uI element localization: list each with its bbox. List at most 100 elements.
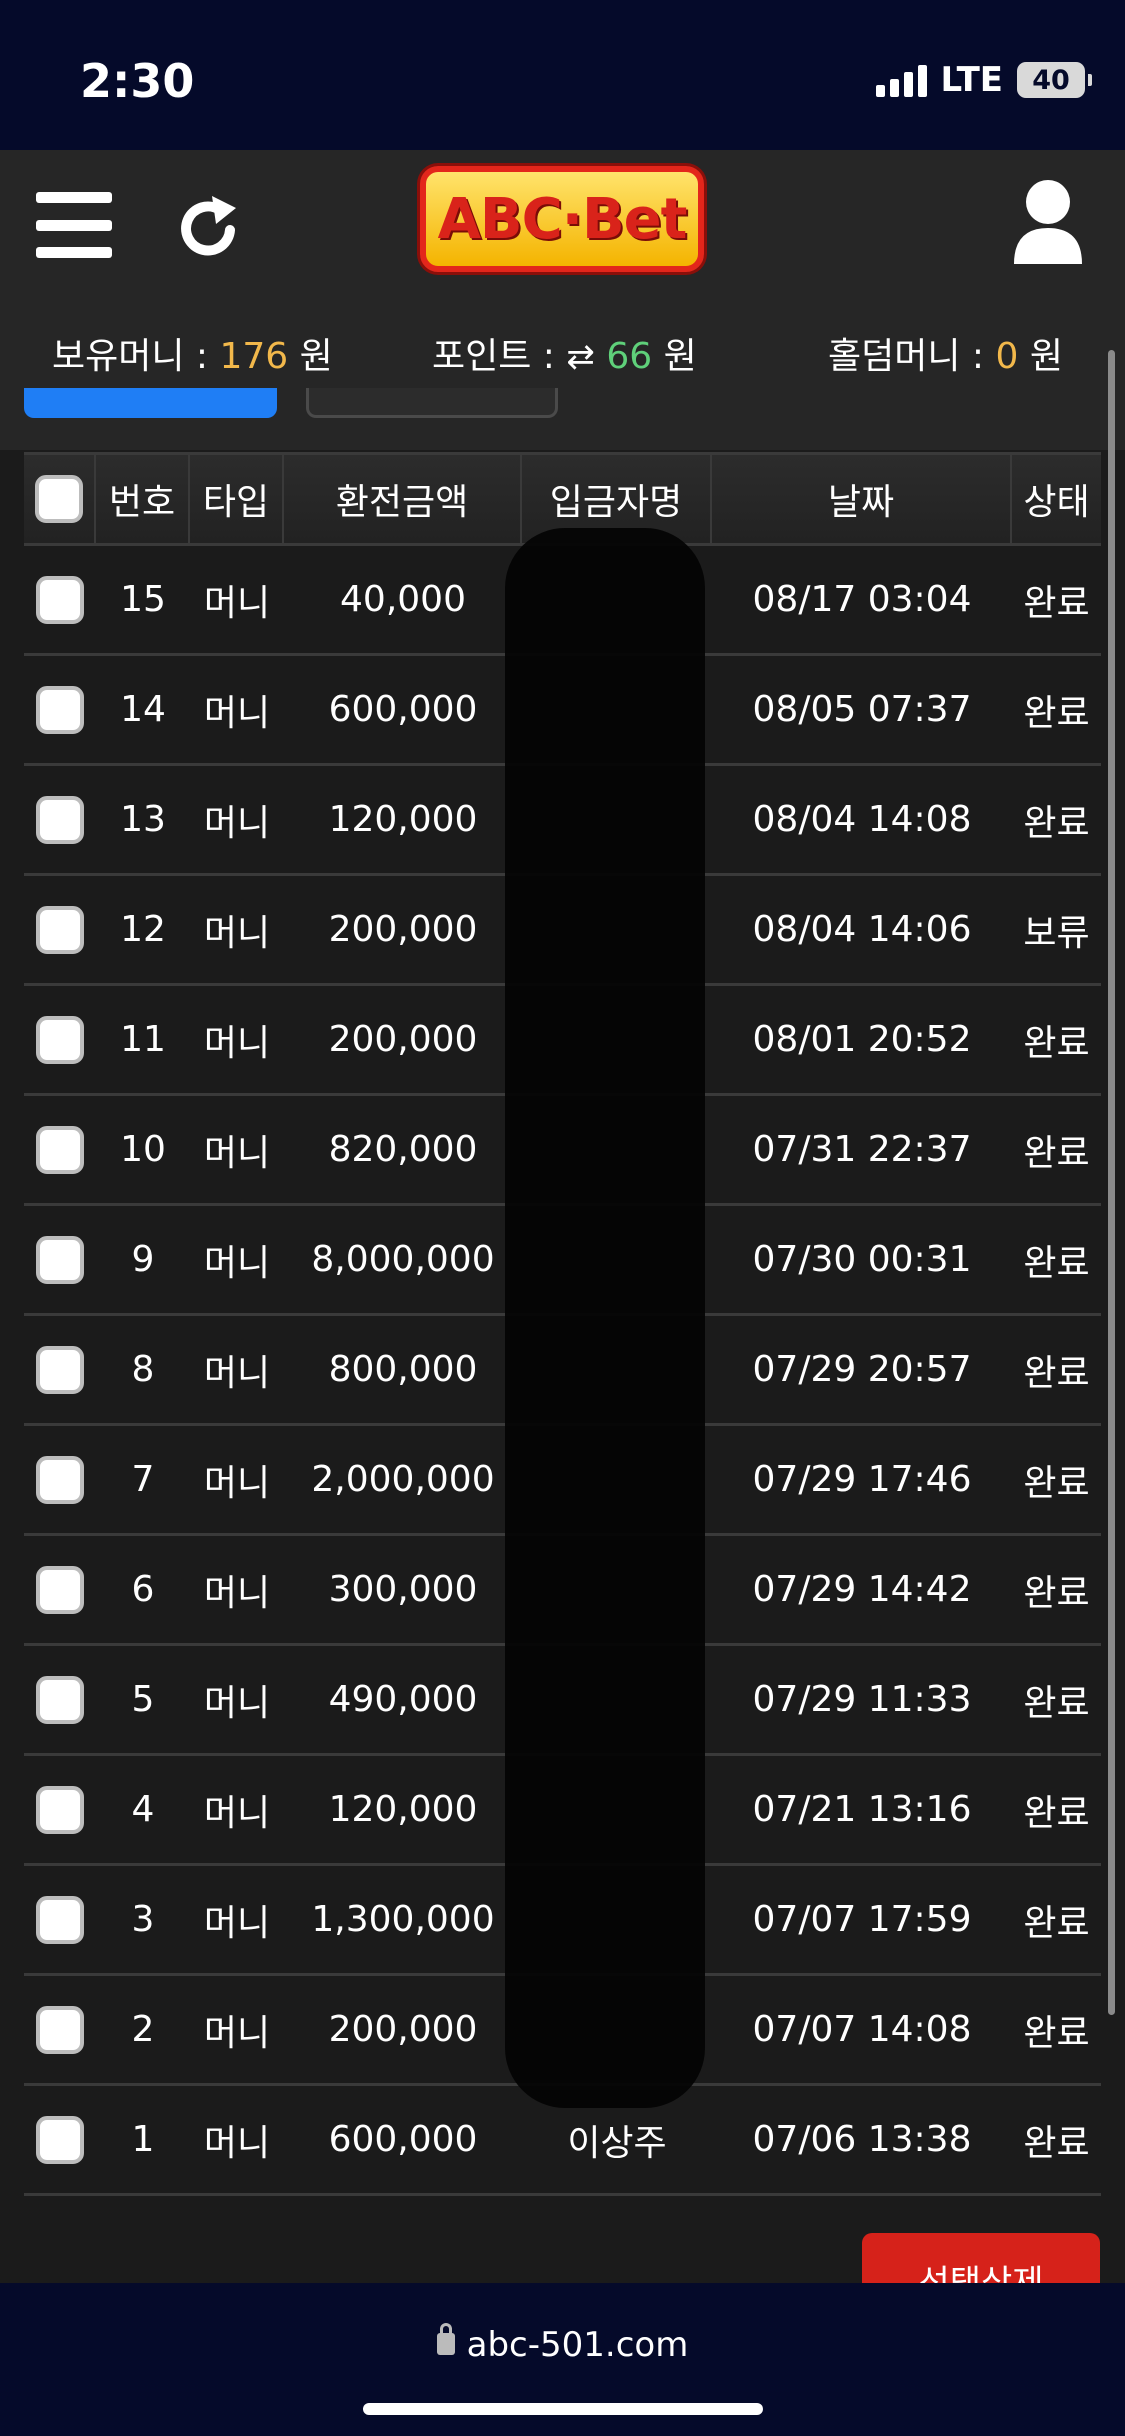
- header-amount: 환전금액: [284, 455, 522, 543]
- row-status: 완료: [1023, 1352, 1090, 1394]
- status-time: 2:30: [80, 54, 195, 108]
- row-checkbox[interactable]: [36, 2005, 84, 2054]
- row-checkbox[interactable]: [36, 1345, 84, 1394]
- row-status: 완료: [1023, 1572, 1090, 1614]
- row-status: 보류: [1023, 912, 1090, 954]
- row-date: 07/21 13:16: [752, 1789, 972, 1830]
- row-checkbox[interactable]: [36, 1675, 84, 1724]
- row-checkbox-cell: [24, 2086, 96, 2193]
- balance-bar: 보유머니 : 176 원 포인트 : ⇄ 66 원 홀덤머니 : 0 원: [0, 315, 1125, 385]
- header-date: 날짜: [712, 455, 1012, 543]
- home-indicator[interactable]: [363, 2403, 763, 2415]
- header-checkbox-cell: [24, 455, 96, 543]
- row-date: 08/04 14:08: [752, 799, 972, 840]
- row-checkbox[interactable]: [36, 1895, 84, 1944]
- row-date: 07/06 13:38: [752, 2119, 972, 2160]
- row-checkbox-cell: [24, 1096, 96, 1203]
- row-status: 완료: [1023, 1462, 1090, 1504]
- row-status: 완료: [1023, 802, 1090, 844]
- row-checkbox-cell: [24, 1536, 96, 1643]
- row-amount: 300,000: [328, 1569, 478, 1610]
- site-logo[interactable]: ABC·Bet: [420, 166, 704, 272]
- row-type: 머니: [203, 1022, 271, 1064]
- scrollbar[interactable]: [1108, 350, 1115, 2015]
- signal-icon: [875, 63, 927, 97]
- row-status: 완료: [1023, 1682, 1090, 1724]
- lock-icon: [436, 2322, 455, 2355]
- row-type: 머니: [203, 1132, 271, 1174]
- row-checkbox[interactable]: [36, 1125, 84, 1174]
- row-type: 머니: [203, 912, 271, 954]
- money-balance: 보유머니 : 176 원: [52, 327, 333, 379]
- row-status: 완료: [1023, 1792, 1090, 1834]
- row-checkbox[interactable]: [36, 1455, 84, 1504]
- row-type: 머니: [203, 2122, 271, 2164]
- row-type: 머니: [203, 582, 271, 624]
- refresh-icon[interactable]: [172, 190, 246, 264]
- row-checkbox-cell: [24, 986, 96, 1093]
- row-status: 완료: [1023, 692, 1090, 734]
- row-checkbox[interactable]: [36, 1015, 84, 1064]
- row-date: 07/29 11:33: [752, 1679, 972, 1720]
- row-type: 머니: [203, 802, 271, 844]
- row-amount: 200,000: [328, 1019, 478, 1060]
- point-label: 포인트 :: [432, 336, 567, 377]
- holdem-value: 0: [995, 336, 1019, 377]
- row-date: 08/01 20:52: [752, 1019, 972, 1060]
- row-type: 머니: [203, 2012, 271, 2054]
- tab-secondary[interactable]: [306, 388, 558, 418]
- row-date: 08/05 07:37: [752, 689, 972, 730]
- row-date: 07/29 14:42: [752, 1569, 972, 1610]
- row-checkbox[interactable]: [36, 2115, 84, 2164]
- exchange-history-section: 번호 타입 환전금액 입금자명 날짜 상태 15 머니 40,000 08/17 03…: [0, 388, 1125, 2283]
- row-type: 머니: [203, 1902, 271, 1944]
- holdem-balance: 홀덤머니 : 0 원: [828, 327, 1063, 379]
- money-unit: 원: [299, 336, 333, 377]
- battery-icon: 40: [1017, 62, 1092, 98]
- row-number: 3: [131, 1899, 155, 1940]
- header-type: 타입: [190, 455, 284, 543]
- select-all-checkbox[interactable]: [35, 475, 83, 523]
- row-number: 10: [120, 1129, 166, 1170]
- row-number: 11: [120, 1019, 166, 1060]
- row-status: 완료: [1023, 1242, 1090, 1284]
- row-status: 완료: [1023, 1132, 1090, 1174]
- swap-arrows-icon[interactable]: ⇄: [566, 337, 595, 377]
- browser-bar: abc-501.com: [0, 2283, 1125, 2436]
- row-amount: 1,300,000: [311, 1899, 495, 1940]
- row-checkbox[interactable]: [36, 795, 84, 844]
- row-type: 머니: [203, 1462, 271, 1504]
- row-number: 15: [120, 579, 166, 620]
- row-checkbox-cell: [24, 1646, 96, 1753]
- row-checkbox[interactable]: [36, 685, 84, 734]
- row-number: 4: [131, 1789, 155, 1830]
- row-number: 5: [131, 1679, 155, 1720]
- row-type: 머니: [203, 692, 271, 734]
- point-balance: 포인트 : ⇄ 66 원: [432, 327, 697, 379]
- money-label: 보유머니 :: [52, 336, 220, 377]
- user-icon[interactable]: [1012, 178, 1084, 264]
- row-type: 머니: [203, 1572, 271, 1614]
- row-checkbox[interactable]: [36, 1235, 84, 1284]
- row-checkbox-cell: [24, 546, 96, 653]
- row-checkbox[interactable]: [36, 575, 84, 624]
- row-type: 머니: [203, 1682, 271, 1724]
- row-checkbox-cell: [24, 876, 96, 983]
- row-date: 07/31 22:37: [752, 1129, 972, 1170]
- tab-primary[interactable]: [24, 388, 277, 418]
- row-checkbox-cell: [24, 1756, 96, 1863]
- row-checkbox[interactable]: [36, 1785, 84, 1834]
- row-date: 08/17 03:04: [752, 579, 972, 620]
- address-bar[interactable]: abc-501.com: [0, 2322, 1125, 2365]
- hamburger-menu-icon[interactable]: [36, 192, 112, 258]
- row-date: 07/29 20:57: [752, 1349, 972, 1390]
- row-checkbox[interactable]: [36, 905, 84, 954]
- row-number: 9: [131, 1239, 155, 1280]
- row-amount: 120,000: [328, 799, 478, 840]
- row-amount: 600,000: [328, 689, 478, 730]
- row-amount: 490,000: [328, 1679, 478, 1720]
- row-checkbox[interactable]: [36, 1565, 84, 1614]
- delete-selected-button[interactable]: 선택삭제: [862, 2233, 1100, 2283]
- row-checkbox-cell: [24, 1866, 96, 1973]
- row-amount: 800,000: [328, 1349, 478, 1390]
